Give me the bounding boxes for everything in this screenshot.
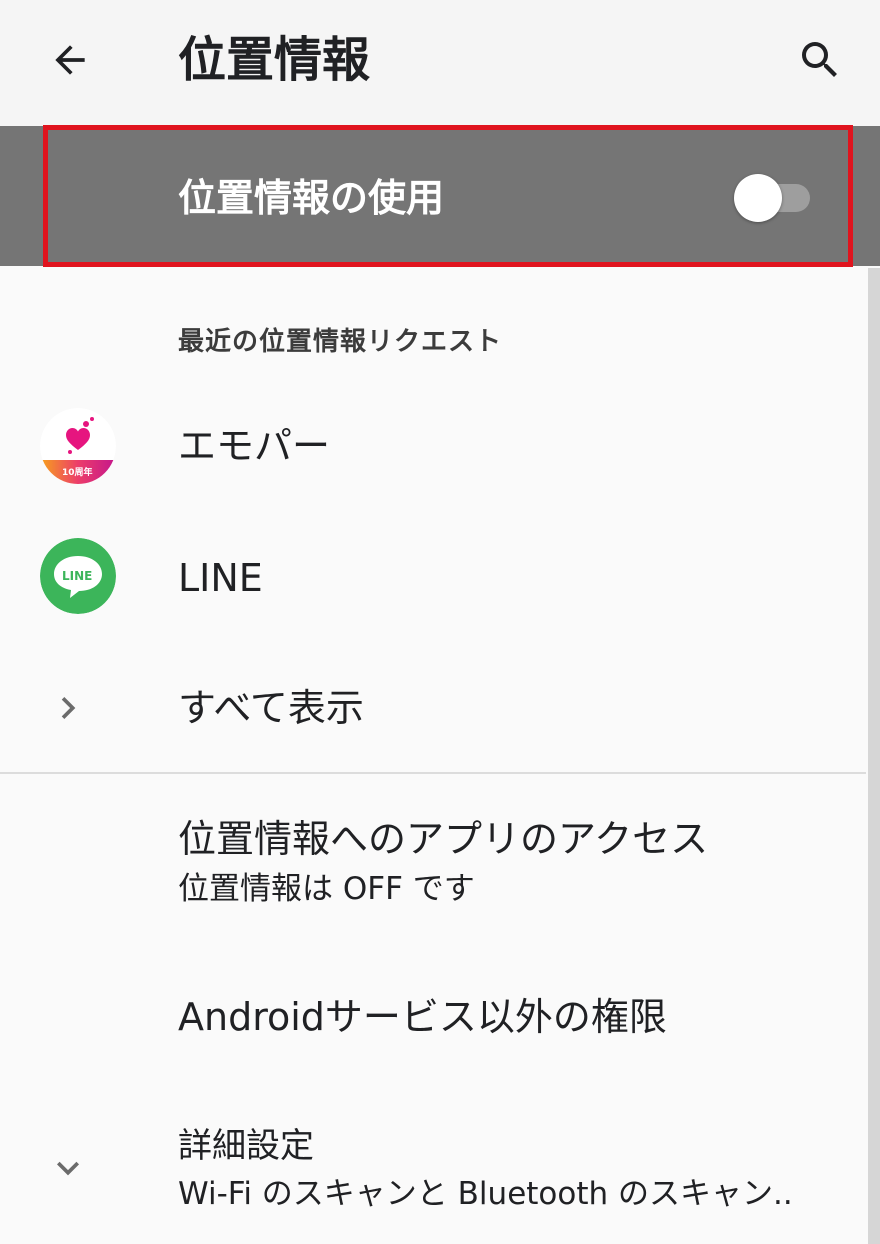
see-all-label: すべて表示 — [178, 686, 364, 730]
recent-app-name: LINE — [178, 556, 263, 600]
recent-app-row-emopa[interactable]: 10周年 エモパー — [0, 398, 866, 498]
non-android-permissions-row[interactable]: Androidサービス以外の権限 — [0, 970, 866, 1070]
location-settings-screen: 位置情報 位置情報の使用 最近の位置情報リクエスト 10周年 エモパー LINE… — [0, 0, 880, 1244]
advanced-summary: Wi-Fi のスキャンと Bluetooth のスキャン.. — [178, 1176, 793, 1212]
emopa-app-icon: 10周年 — [40, 408, 116, 484]
see-all-row[interactable]: すべて表示 — [0, 660, 866, 760]
use-location-toggle[interactable] — [734, 172, 814, 222]
app-access-title: 位置情報へのアプリのアクセス — [178, 817, 709, 861]
app-bar: 位置情報 — [0, 0, 880, 126]
chevron-down-icon — [57, 1161, 79, 1176]
section-divider — [0, 772, 866, 774]
line-app-icon: LINE — [40, 538, 116, 614]
toggle-thumb — [734, 174, 782, 222]
app-access-summary: 位置情報は OFF です — [178, 871, 475, 907]
page-title: 位置情報 — [178, 32, 371, 88]
search-icon — [802, 42, 837, 77]
advanced-row[interactable]: 詳細設定 Wi-Fi のスキャンと Bluetooth のスキャン.. — [0, 1112, 866, 1244]
back-button[interactable] — [40, 30, 100, 90]
advanced-title: 詳細設定 — [178, 1126, 314, 1166]
recent-app-row-line[interactable]: LINE LINE — [0, 528, 866, 628]
recent-app-name: エモパー — [178, 424, 331, 468]
chevron-right-icon — [61, 697, 76, 719]
scrollbar[interactable] — [868, 268, 880, 1244]
search-button[interactable] — [790, 30, 850, 90]
emopa-badge-text: 10周年 — [62, 466, 93, 478]
use-location-label: 位置情報の使用 — [178, 176, 445, 220]
arrow-left-icon — [55, 45, 85, 75]
line-icon-text: LINE — [62, 569, 92, 583]
app-access-row[interactable]: 位置情報へのアプリのアクセス 位置情報は OFF です — [0, 800, 866, 930]
non-android-permissions-title: Androidサービス以外の権限 — [178, 995, 667, 1039]
recent-requests-header: 最近の位置情報リクエスト — [178, 327, 503, 357]
